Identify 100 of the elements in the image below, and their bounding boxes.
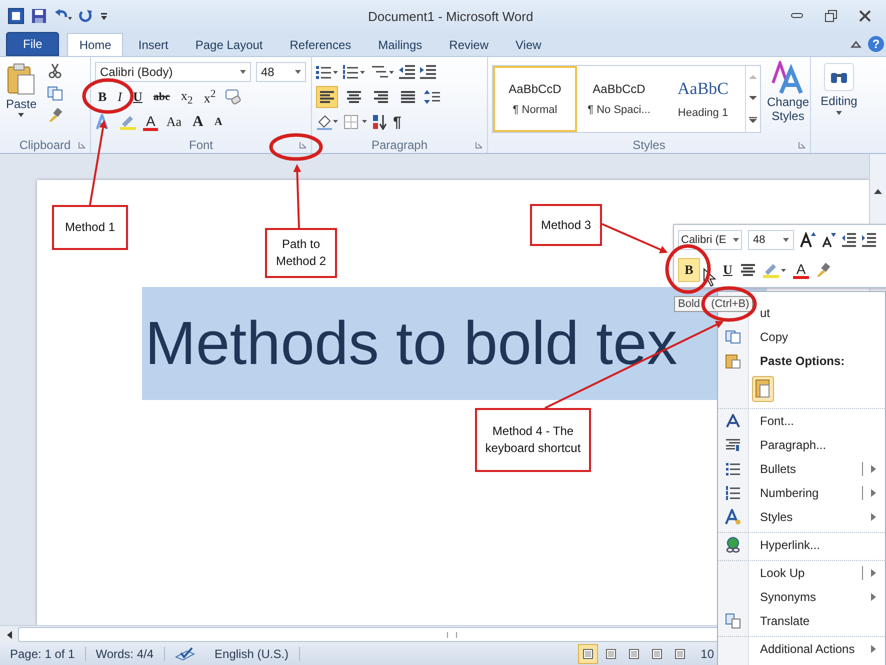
grow-font-icon[interactable] (800, 232, 816, 248)
format-button[interactable]: A (190, 114, 206, 130)
group-label: Paragraph (371, 138, 428, 152)
customize-caret-icon[interactable] (100, 10, 108, 22)
format-button[interactable]: A (143, 114, 158, 130)
align-icon (347, 91, 361, 103)
annotation-circle (269, 133, 323, 161)
menu-item[interactable]: Synonyms (718, 585, 885, 609)
collapse-ribbon-icon[interactable] (850, 39, 862, 49)
page-count[interactable]: Page: 1 of 1 (0, 647, 86, 661)
font-color-button[interactable]: A (793, 262, 809, 278)
font-size-field[interactable]: 48 (748, 230, 794, 250)
scroll-down-icon[interactable] (749, 94, 757, 101)
clear-formatting-icon[interactable] (224, 89, 242, 105)
view-button[interactable] (578, 644, 598, 664)
file-tab[interactable]: File (6, 32, 60, 56)
ribbon-tab[interactable]: Page Layout (183, 33, 275, 56)
cut-icon[interactable] (46, 63, 63, 79)
format-button[interactable]: B (95, 89, 110, 105)
align-button[interactable] (316, 86, 338, 108)
format-button[interactable]: x$_{2}$ (178, 88, 196, 106)
view-icon (604, 648, 617, 660)
menu-item[interactable]: Translate (718, 609, 885, 633)
ribbon-tab[interactable]: Mailings (366, 33, 434, 56)
scroll-up-icon[interactable] (873, 188, 883, 196)
decrease-indent-icon[interactable] (399, 65, 415, 79)
underline-button[interactable]: U (720, 262, 736, 278)
submenu-arrow-icon (871, 645, 876, 653)
more-styles-icon[interactable] (749, 116, 757, 124)
style-item[interactable]: AaBbCcD ¶ No Spaci... (577, 66, 661, 132)
editing-button[interactable]: Editing (820, 63, 858, 115)
shading-icon[interactable] (316, 114, 338, 130)
bold-button[interactable]: B (678, 258, 700, 282)
dialog-launcher-icon[interactable] (299, 141, 307, 149)
paste-button[interactable]: Paste (4, 61, 39, 137)
word-count[interactable]: Words: 4/4 (86, 647, 165, 661)
multilevel-list-icon[interactable] (370, 65, 394, 79)
window-title: Document1 - Microsoft Word (367, 8, 534, 24)
close-icon[interactable] (858, 9, 872, 23)
align-icon (374, 91, 388, 103)
decrease-indent-icon[interactable] (842, 233, 856, 247)
annotation-arrow (293, 164, 302, 228)
increase-indent-icon[interactable] (420, 65, 436, 79)
menu-item[interactable]: Copy (718, 325, 885, 349)
dialog-launcher-icon[interactable] (798, 141, 806, 149)
sort-icon[interactable] (372, 114, 388, 130)
menu-item[interactable]: Additional Actions (718, 636, 885, 661)
proofing-icon[interactable] (174, 647, 195, 661)
ribbon-tab[interactable]: View (504, 33, 554, 56)
copy-icon[interactable] (46, 85, 63, 101)
dialog-launcher-icon[interactable] (78, 141, 86, 149)
help-button[interactable]: ? (868, 36, 884, 52)
menu-item[interactable]: Hyperlink... (718, 532, 885, 557)
format-button[interactable]: x$^{2}$ (200, 88, 219, 106)
scroll-left-icon[interactable] (6, 630, 14, 640)
shrink-font-icon[interactable] (822, 232, 836, 248)
font-size-field[interactable]: 48 (256, 62, 306, 82)
highlight-icon[interactable] (761, 262, 788, 278)
format-button[interactable]: A (211, 116, 226, 128)
view-icon (628, 648, 640, 660)
show-formatting-button[interactable]: ¶ (393, 114, 402, 130)
redo-icon[interactable] (79, 8, 93, 24)
ribbon-tab[interactable]: Home (67, 33, 124, 56)
menu-item[interactable]: Styles (718, 505, 885, 529)
view-icon (674, 648, 686, 660)
format-painter-icon[interactable] (814, 262, 831, 278)
change-styles-button[interactable]: Change Styles (767, 61, 810, 123)
format-painter-icon[interactable] (46, 107, 63, 123)
format-button[interactable]: I (114, 89, 126, 105)
style-item[interactable]: AaBbCcD ¶ Normal (493, 66, 577, 132)
paste-option-icon[interactable] (752, 376, 774, 402)
submenu-arrow-icon (871, 465, 876, 473)
dialog-launcher-icon[interactable] (475, 141, 483, 149)
restore-icon[interactable] (824, 9, 838, 23)
format-button[interactable]: abc (150, 91, 173, 103)
annotation-circle (701, 286, 757, 322)
numbering-icon[interactable] (343, 65, 365, 79)
menu-item[interactable]: Font... (718, 408, 885, 433)
save-icon[interactable] (31, 8, 47, 24)
group-label: Clipboard (19, 138, 71, 152)
language-status[interactable]: English (U.S.) (204, 647, 300, 661)
menu-item[interactable]: Paragraph... (718, 433, 885, 457)
ribbon-tab[interactable]: Insert (126, 33, 180, 56)
center-align-icon[interactable] (741, 264, 756, 276)
zoom-level[interactable]: 10 (692, 647, 714, 661)
menu-item[interactable]: Bullets (718, 457, 885, 481)
style-item[interactable]: AaBbC Heading 1 (661, 66, 745, 132)
format-button[interactable]: Aa (163, 114, 185, 130)
bullets-icon[interactable] (316, 65, 338, 79)
borders-icon[interactable] (343, 114, 367, 130)
ribbon-tab[interactable]: Review (437, 33, 501, 56)
increase-indent-icon[interactable] (862, 233, 876, 247)
menu-item[interactable]: Numbering (718, 481, 885, 505)
ribbon-tab[interactable]: References (278, 33, 364, 56)
format-button[interactable]: U (130, 89, 146, 105)
menu-item[interactable]: Look Up (718, 560, 885, 585)
font-name-field[interactable]: Calibri (E (678, 230, 742, 250)
word-icon[interactable] (8, 8, 24, 24)
caret-icon (295, 70, 301, 74)
font-name-field[interactable]: Calibri (Body) (95, 62, 251, 82)
